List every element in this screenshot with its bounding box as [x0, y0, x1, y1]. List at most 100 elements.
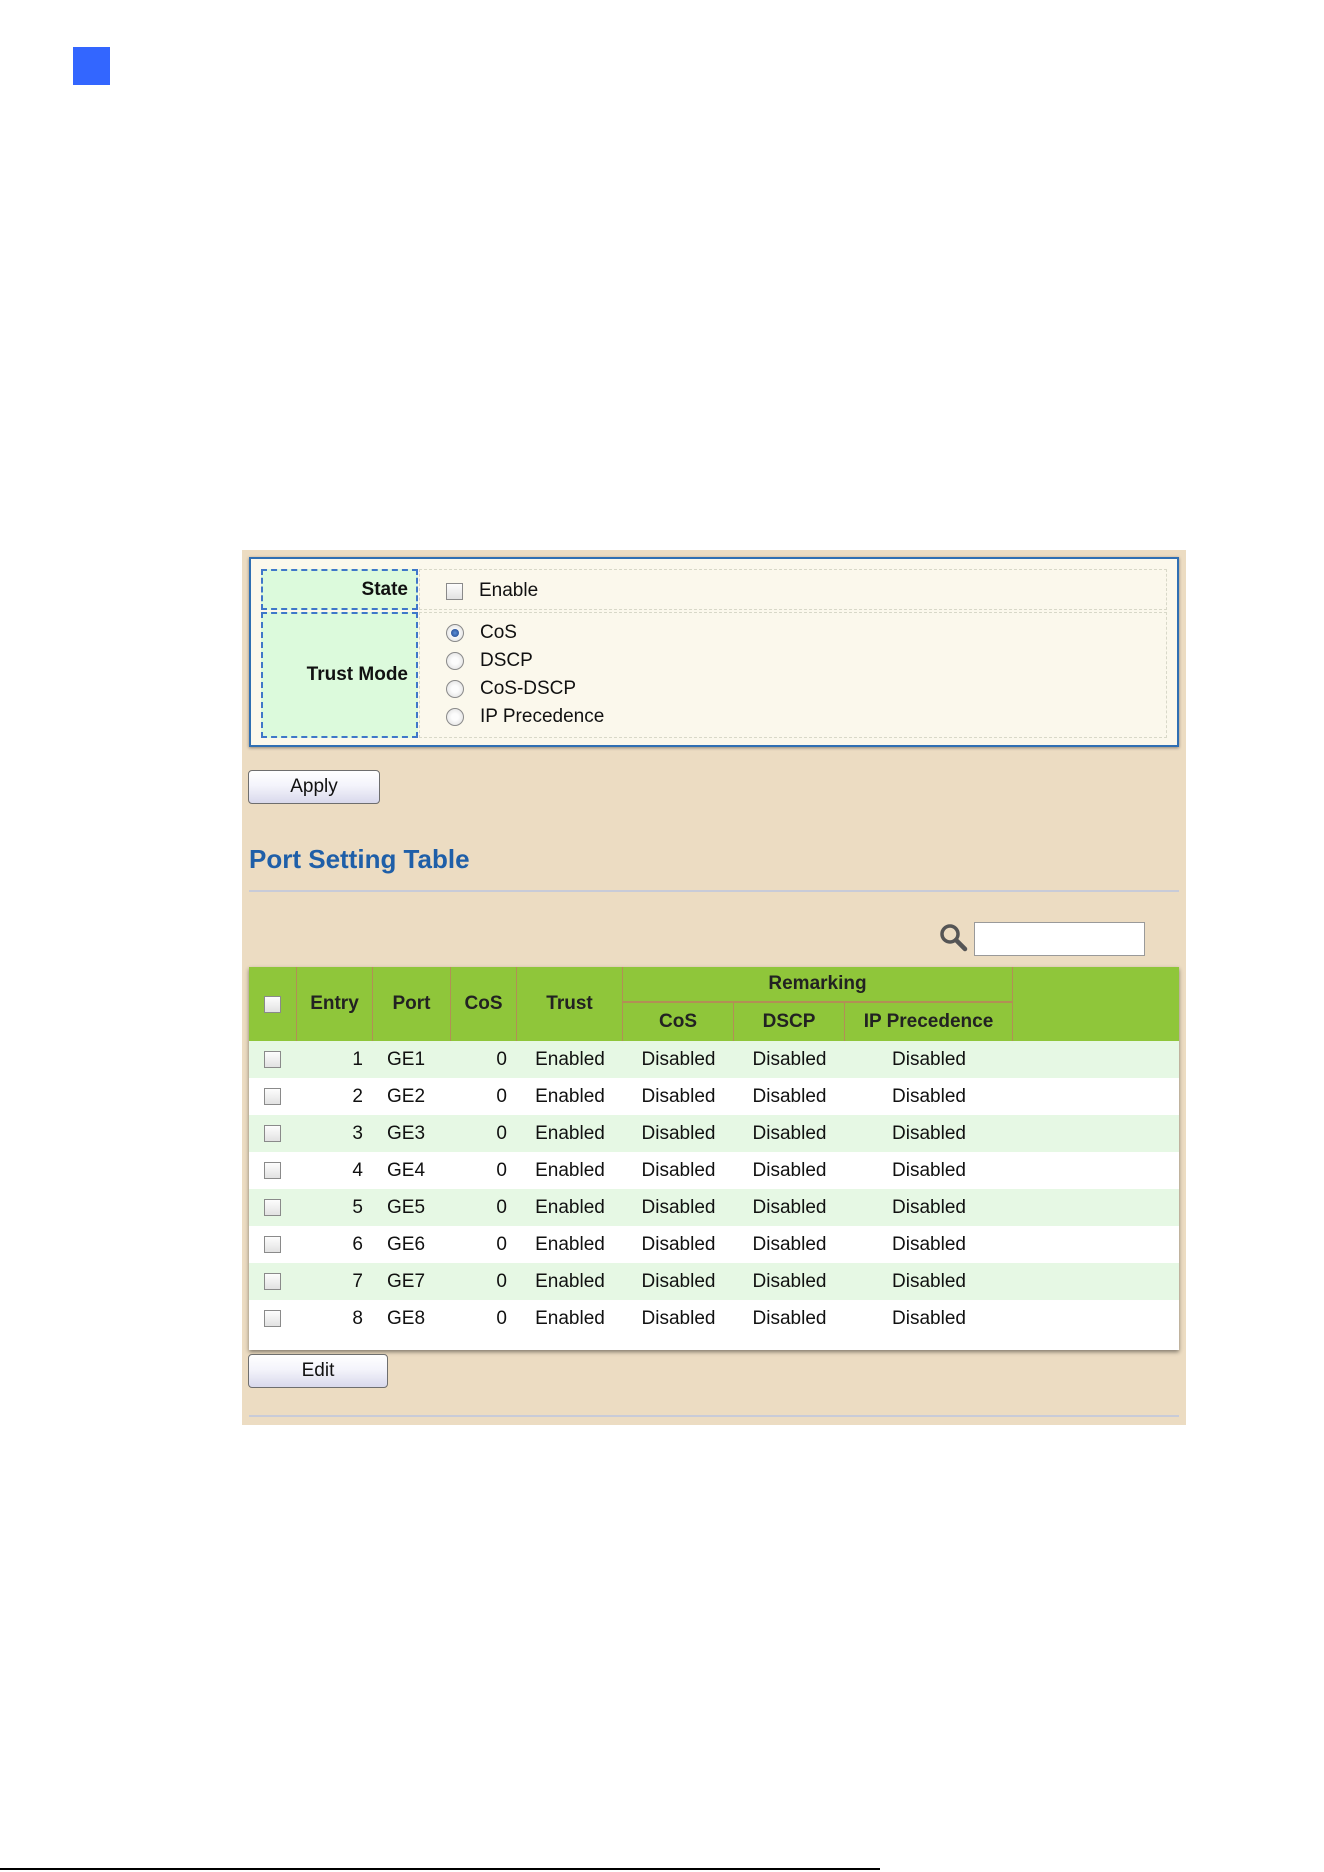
- row-select-checkbox[interactable]: [264, 1310, 281, 1327]
- port-cell: GE7: [387, 1271, 426, 1292]
- port-cell: GE5: [387, 1197, 426, 1218]
- header-port: Port: [373, 967, 451, 1041]
- search-input[interactable]: [974, 922, 1145, 956]
- remark-cos-cell: Disabled: [641, 1086, 716, 1107]
- table-row[interactable]: 8 GE8 0 Enabled Disabled Disabled Disabled: [249, 1300, 1179, 1337]
- edit-button[interactable]: Edit: [248, 1354, 388, 1388]
- trust-cell: Enabled: [535, 1271, 605, 1292]
- row-select-checkbox[interactable]: [264, 1051, 281, 1068]
- entry-cell: 4: [352, 1160, 363, 1181]
- row-select-checkbox[interactable]: [264, 1088, 281, 1105]
- trust-cell: Enabled: [535, 1049, 605, 1070]
- table-row[interactable]: 2 GE2 0 Enabled Disabled Disabled Disabled: [249, 1078, 1179, 1115]
- port-cell: GE8: [387, 1308, 426, 1329]
- header-trust: Trust: [517, 967, 623, 1041]
- footer-rule: [0, 1868, 880, 1870]
- trust-cell: Enabled: [535, 1086, 605, 1107]
- remark-ip-precedence-cell: Disabled: [892, 1234, 966, 1255]
- table-row[interactable]: 7 GE7 0 Enabled Disabled Disabled Disabled: [249, 1263, 1179, 1300]
- header-cos: CoS: [451, 967, 517, 1041]
- header-remark-cos: CoS: [623, 1003, 734, 1041]
- row-select-checkbox[interactable]: [264, 1125, 281, 1142]
- remark-ip-precedence-cell: Disabled: [892, 1086, 966, 1107]
- table-row[interactable]: 1 GE1 0 Enabled Disabled Disabled Disabled: [249, 1041, 1179, 1078]
- port-cell: GE3: [387, 1123, 426, 1144]
- entry-cell: 6: [352, 1234, 363, 1255]
- state-label: State: [261, 569, 418, 610]
- table-row[interactable]: 5 GE5 0 Enabled Disabled Disabled Disabled: [249, 1189, 1179, 1226]
- remark-dscp-cell: Disabled: [752, 1308, 827, 1329]
- remark-cos-cell: Disabled: [641, 1123, 716, 1144]
- trust-option-dscp[interactable]: DSCP: [446, 650, 533, 672]
- cos-cell: 0: [496, 1234, 507, 1255]
- cos-cell: 0: [496, 1049, 507, 1070]
- cos-cell: 0: [496, 1160, 507, 1181]
- trust-cos-dscp-label: CoS-DSCP: [480, 678, 577, 699]
- trust-cos-radio[interactable]: [446, 624, 464, 642]
- trust-cell: Enabled: [535, 1308, 605, 1329]
- table-row[interactable]: 4 GE4 0 Enabled Disabled Disabled Disabled: [249, 1152, 1179, 1189]
- title-divider: [249, 890, 1179, 892]
- row-select-checkbox[interactable]: [264, 1199, 281, 1216]
- bottom-divider: [249, 1415, 1179, 1417]
- row-select-checkbox[interactable]: [264, 1273, 281, 1290]
- settings-box: State Trust Mode Enable CoS DSCP CoS-DSC…: [249, 557, 1179, 747]
- select-all-checkbox[interactable]: [264, 996, 281, 1013]
- header-remark-dscp: DSCP: [734, 1003, 845, 1041]
- remark-ip-precedence-cell: Disabled: [892, 1160, 966, 1181]
- trust-cell: Enabled: [535, 1234, 605, 1255]
- remark-dscp-cell: Disabled: [752, 1197, 827, 1218]
- row-select-checkbox[interactable]: [264, 1236, 281, 1253]
- cos-cell: 0: [496, 1308, 507, 1329]
- trust-ip-precedence-radio[interactable]: [446, 708, 464, 726]
- state-enable-option[interactable]: Enable: [446, 580, 538, 602]
- trust-cos-label: CoS: [480, 622, 517, 643]
- remark-dscp-cell: Disabled: [752, 1271, 827, 1292]
- cos-cell: 0: [496, 1123, 507, 1144]
- header-filler: [1013, 967, 1179, 1041]
- page-marker: [73, 47, 110, 85]
- apply-button[interactable]: Apply: [248, 770, 380, 804]
- trust-cos-dscp-radio[interactable]: [446, 680, 464, 698]
- port-cell: GE1: [387, 1049, 426, 1070]
- state-enable-checkbox[interactable]: [446, 582, 463, 600]
- qos-settings-panel: State Trust Mode Enable CoS DSCP CoS-DSC…: [242, 550, 1186, 1425]
- port-cell: GE2: [387, 1086, 426, 1107]
- trust-option-cos[interactable]: CoS: [446, 622, 517, 644]
- remark-cos-cell: Disabled: [641, 1197, 716, 1218]
- entry-cell: 5: [352, 1197, 363, 1218]
- remark-cos-cell: Disabled: [641, 1234, 716, 1255]
- trust-cell: Enabled: [535, 1197, 605, 1218]
- search-icon[interactable]: [938, 922, 968, 952]
- header-select-all-cell: [249, 967, 297, 1041]
- remark-dscp-cell: Disabled: [752, 1086, 827, 1107]
- remark-cos-cell: Disabled: [641, 1160, 716, 1181]
- cos-cell: 0: [496, 1086, 507, 1107]
- trust-option-cos-dscp[interactable]: CoS-DSCP: [446, 678, 576, 700]
- port-setting-table: Entry Port CoS Trust Remarking CoS DSCP …: [249, 967, 1179, 1350]
- entry-cell: 1: [352, 1049, 363, 1070]
- remark-dscp-cell: Disabled: [752, 1123, 827, 1144]
- remark-ip-precedence-cell: Disabled: [892, 1308, 966, 1329]
- entry-cell: 2: [352, 1086, 363, 1107]
- table-row[interactable]: 6 GE6 0 Enabled Disabled Disabled Disabled: [249, 1226, 1179, 1263]
- remark-cos-cell: Disabled: [641, 1308, 716, 1329]
- remark-ip-precedence-cell: Disabled: [892, 1049, 966, 1070]
- trust-mode-label: Trust Mode: [261, 612, 418, 738]
- port-cell: GE4: [387, 1160, 426, 1181]
- trust-option-ip-precedence[interactable]: IP Precedence: [446, 706, 604, 728]
- remark-dscp-cell: Disabled: [752, 1049, 827, 1070]
- entry-cell: 7: [352, 1271, 363, 1292]
- remark-dscp-cell: Disabled: [752, 1234, 827, 1255]
- remark-ip-precedence-cell: Disabled: [892, 1197, 966, 1218]
- port-cell: GE6: [387, 1234, 426, 1255]
- trust-dscp-radio[interactable]: [446, 652, 464, 670]
- header-remark-ip-precedence: IP Precedence: [845, 1003, 1013, 1041]
- remark-ip-precedence-cell: Disabled: [892, 1123, 966, 1144]
- table-row[interactable]: 3 GE3 0 Enabled Disabled Disabled Disabled: [249, 1115, 1179, 1152]
- entry-cell: 3: [352, 1123, 363, 1144]
- cos-cell: 0: [496, 1271, 507, 1292]
- remark-cos-cell: Disabled: [641, 1049, 716, 1070]
- remark-cos-cell: Disabled: [641, 1271, 716, 1292]
- row-select-checkbox[interactable]: [264, 1162, 281, 1179]
